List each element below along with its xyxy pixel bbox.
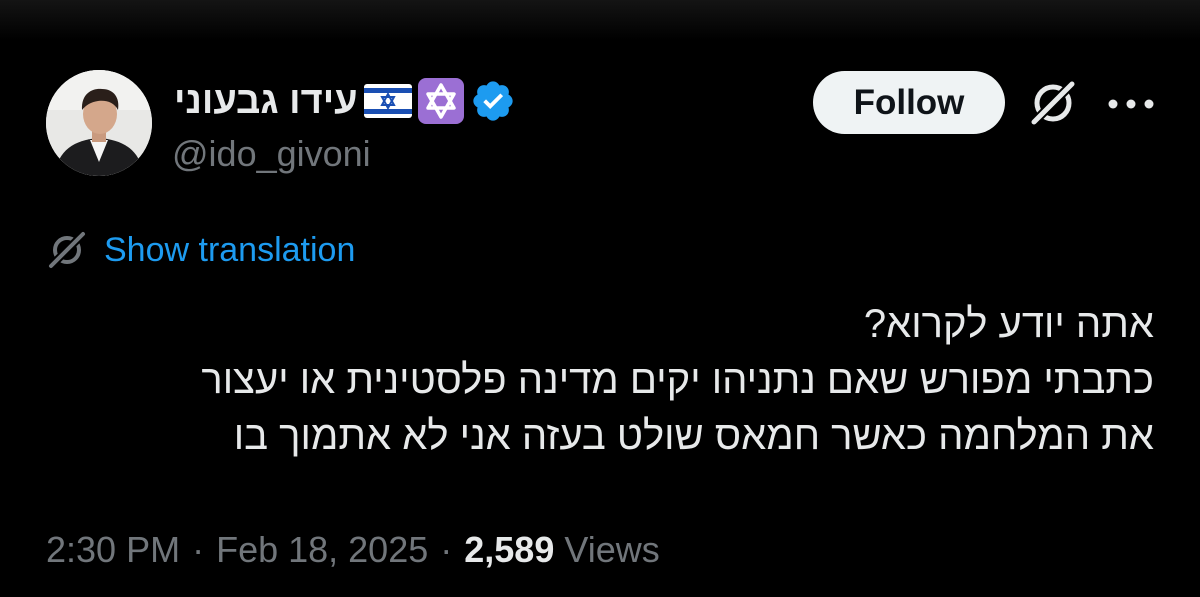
avatar[interactable] [46, 70, 152, 176]
verified-badge-icon[interactable] [470, 78, 516, 124]
meta-separator: · [440, 529, 453, 570]
translate-icon [48, 231, 86, 269]
tweet-line: את המלחמה כאשר חמאס שולט בעזה אני לא אתמ… [233, 414, 1154, 458]
author-display-name[interactable]: עידו גבעוני [174, 76, 358, 126]
tweet-text: אתה יודע לקרוא? כתבתי מפורש שאם נתניהו י… [44, 296, 1154, 464]
tweet-meta: 2:30 PM · Feb 18, 2025 · 2,589 Views [46, 526, 660, 574]
meta-separator: · [192, 529, 205, 570]
show-translation-link[interactable]: Show translation [104, 228, 355, 272]
views-label: Views [564, 529, 660, 570]
star-of-david-icon [417, 78, 464, 124]
tweet-line: אתה יודע לקרוא? [863, 302, 1154, 346]
top-edge-shadow [0, 0, 1200, 40]
views-count: 2,589 [464, 529, 555, 570]
author-handle[interactable]: @ido_givoni [172, 132, 371, 176]
tweet-time[interactable]: 2:30 PM [46, 529, 180, 571]
follow-button[interactable]: Follow [813, 71, 1005, 134]
more-icon[interactable] [1104, 94, 1158, 114]
translation-row[interactable]: Show translation [46, 228, 355, 272]
grok-icon[interactable] [1024, 76, 1082, 130]
israel-flag-icon [363, 84, 412, 118]
tweet-line: כתבתי מפורש שאם נתניהו יקים מדינה פלסטינ… [201, 358, 1154, 402]
author-name-row: עידו גבעוני [172, 76, 516, 126]
tweet-date[interactable]: Feb 18, 2025 [216, 529, 428, 571]
